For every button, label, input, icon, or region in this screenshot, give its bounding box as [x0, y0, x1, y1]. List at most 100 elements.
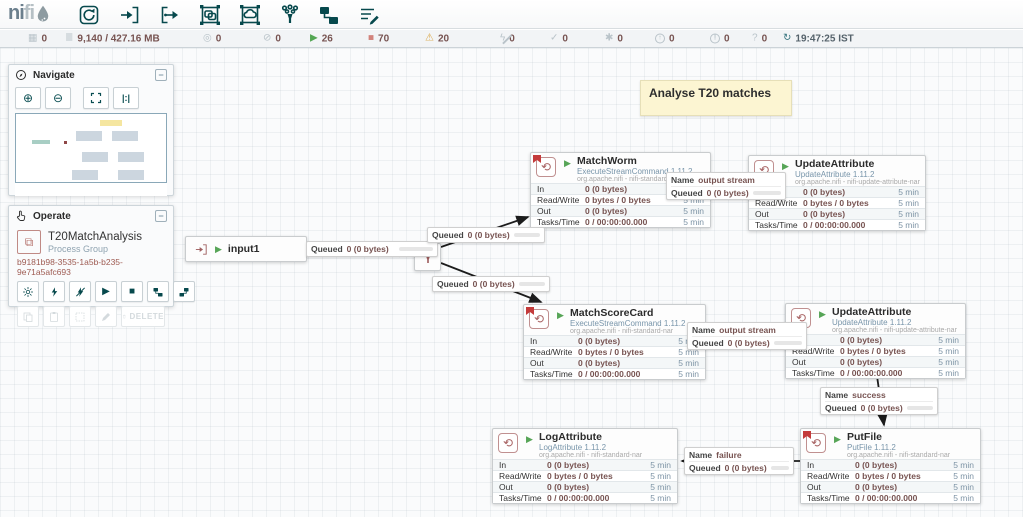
- up-to-date-count: 0: [562, 33, 568, 44]
- upload-template-button[interactable]: [173, 281, 195, 302]
- processor-putfile[interactable]: ⟲ ▶ PutFile PutFile 1.11.2 org.apache.ni…: [800, 428, 981, 504]
- running-state-icon: ▶: [526, 434, 533, 445]
- output-port-tool-icon[interactable]: [157, 2, 183, 27]
- stat-row: In0 (0 bytes)5 min: [801, 459, 980, 470]
- not-transmitting-count: 0: [275, 33, 281, 44]
- queue-size-bar: [519, 282, 545, 286]
- minimap-node-label: [100, 120, 122, 126]
- queued-count: 9,140 / 427.16 MB: [77, 33, 159, 44]
- name-key: Name: [689, 450, 712, 460]
- label-tool-icon[interactable]: [356, 2, 382, 27]
- processor-icon: ⟲: [498, 433, 518, 453]
- stat-window: 5 min: [953, 460, 974, 470]
- connection-label-success[interactable]: Namesuccess Queued0 (0 bytes): [820, 387, 938, 415]
- configure-button[interactable]: [17, 281, 39, 302]
- stat-row: Tasks/Time0 / 00:00:00.0005 min: [531, 216, 710, 227]
- processor-updateattribute-2[interactable]: ⟲ ▶ UpdateAttribute UpdateAttribute 1.11…: [785, 303, 966, 379]
- funnel-tool-icon[interactable]: [277, 2, 303, 27]
- stat-key: In: [537, 184, 585, 194]
- start-button[interactable]: ▶: [95, 281, 117, 302]
- stat-window: 5 min: [898, 187, 919, 197]
- stat-row: Tasks/Time0 / 00:00:00.0005 min: [801, 492, 980, 503]
- connection-label-output-stream-1[interactable]: Nameoutput stream Queued0 (0 bytes): [666, 172, 786, 200]
- change-color-button[interactable]: [95, 306, 117, 327]
- stat-row: In0 (0 bytes)5 min: [524, 335, 705, 346]
- queue-size-bar: [753, 191, 781, 195]
- running-state-icon: ▶: [819, 309, 826, 320]
- stat-key: Tasks/Time: [530, 369, 578, 379]
- queued-value: 0 (0 bytes): [861, 403, 903, 413]
- stat-row: Tasks/Time0 / 00:00:00.0005 min: [749, 219, 925, 230]
- stat-value: 0 (0 bytes): [803, 187, 898, 197]
- flow-canvas[interactable]: Analyse T20 matches ▶ input1 ⟲ ▶ MatchWo…: [0, 48, 1023, 517]
- input-port-icon: [194, 242, 209, 257]
- input-port-name: input1: [228, 243, 260, 255]
- processor-type: UpdateAttribute 1.11.2: [832, 318, 961, 327]
- stat-row: Out0 (0 bytes)5 min: [493, 481, 677, 492]
- sync-failure-count: 0: [762, 33, 768, 44]
- connection-label-output-stream-2[interactable]: Nameoutput stream Queued0 (0 bytes): [687, 322, 807, 350]
- stop-button[interactable]: ■: [121, 281, 143, 302]
- remote-process-group-tool-icon[interactable]: [237, 2, 263, 27]
- connection-label-input1-funnel[interactable]: Queued0 (0 bytes): [306, 241, 438, 257]
- stat-row: Read/Write0 bytes / 0 bytes5 min: [801, 470, 980, 481]
- group-button[interactable]: [69, 306, 91, 327]
- zoom-in-button[interactable]: ⊕: [15, 87, 41, 109]
- enable-button[interactable]: [43, 281, 65, 302]
- compass-icon: [15, 69, 27, 81]
- stat-row: Read/Write0 bytes / 0 bytes5 min: [524, 346, 705, 357]
- create-template-button[interactable]: [147, 281, 169, 302]
- name-key: Name: [671, 175, 694, 185]
- collapse-navigate-button[interactable]: −: [155, 69, 167, 81]
- input-port-tool-icon[interactable]: [117, 2, 143, 27]
- canvas-label-note[interactable]: Analyse T20 matches: [640, 80, 792, 116]
- stat-key: Tasks/Time: [807, 493, 855, 503]
- zoom-out-button[interactable]: ⊖: [45, 87, 71, 109]
- last-refresh-time: 19:47:25 IST: [795, 33, 853, 44]
- stat-row: Out0 (0 bytes)5 min: [801, 481, 980, 492]
- stat-row: In0 (0 bytes)5 min: [786, 334, 965, 345]
- stat-window: 5 min: [683, 206, 704, 216]
- process-group-tool-icon[interactable]: [197, 2, 223, 27]
- processor-logattribute[interactable]: ⟲ ▶ LogAttribute LogAttribute 1.11.2 org…: [492, 428, 678, 504]
- zoom-fit-button[interactable]: [83, 87, 109, 109]
- locally-modified-count: 0: [617, 33, 623, 44]
- running-state-icon: ▶: [834, 434, 841, 445]
- stat-value: 0 bytes / 0 bytes: [547, 471, 650, 481]
- operate-panel: Operate − ⧉ T20MatchAnalysis Process Gro…: [8, 205, 174, 307]
- paste-button[interactable]: [43, 306, 65, 327]
- delete-button[interactable]: DELETE: [121, 306, 165, 327]
- zoom-actual-button[interactable]: |:|: [113, 87, 139, 109]
- stat-value: 0 / 00:00:00.000: [547, 493, 650, 503]
- refresh-icon[interactable]: ↻: [783, 34, 791, 44]
- minimap-node-processor: [72, 170, 98, 180]
- stat-value: 0 / 00:00:00.000: [585, 217, 683, 227]
- processor-name: LogAttribute: [539, 432, 673, 443]
- stat-key: Out: [530, 358, 578, 368]
- stat-row: Out0 (0 bytes)5 min: [531, 205, 710, 216]
- stat-key: Read/Write: [499, 471, 547, 481]
- operate-panel-title: Operate: [33, 211, 71, 222]
- stat-window: 5 min: [953, 471, 974, 481]
- birdseye-minimap[interactable]: [15, 113, 167, 183]
- stat-key: Read/Write: [537, 195, 585, 205]
- collapse-operate-button[interactable]: −: [155, 210, 167, 222]
- stat-row: Tasks/Time0 / 00:00:00.0005 min: [524, 368, 705, 379]
- queued-value: 0 (0 bytes): [468, 230, 510, 240]
- connection-label-failure[interactable]: Namefailure Queued0 (0 bytes): [684, 447, 794, 475]
- connection-label-funnel-matchscorecard[interactable]: Queued0 (0 bytes): [432, 276, 550, 292]
- queued-value: 0 (0 bytes): [707, 188, 749, 198]
- processor-name: UpdateAttribute: [795, 159, 921, 170]
- processor-matchscorecard[interactable]: ⟲ ▶ MatchScoreCard ExecuteStreamCommand …: [523, 304, 706, 380]
- selected-component-name: T20MatchAnalysis: [48, 231, 142, 244]
- copy-button[interactable]: [17, 306, 39, 327]
- logo-text-fi: fi: [24, 2, 34, 25]
- input-port-input1[interactable]: ▶ input1: [185, 236, 307, 262]
- locally-modified-stale-icon: !: [710, 34, 720, 44]
- processor-tool-icon[interactable]: [76, 2, 102, 27]
- template-tool-icon[interactable]: [316, 2, 342, 27]
- minimap-node-processor: [112, 131, 138, 141]
- connection-label-funnel-matchworm[interactable]: Queued0 (0 bytes): [427, 227, 545, 243]
- disable-button[interactable]: [69, 281, 91, 302]
- stat-window: 5 min: [938, 335, 959, 345]
